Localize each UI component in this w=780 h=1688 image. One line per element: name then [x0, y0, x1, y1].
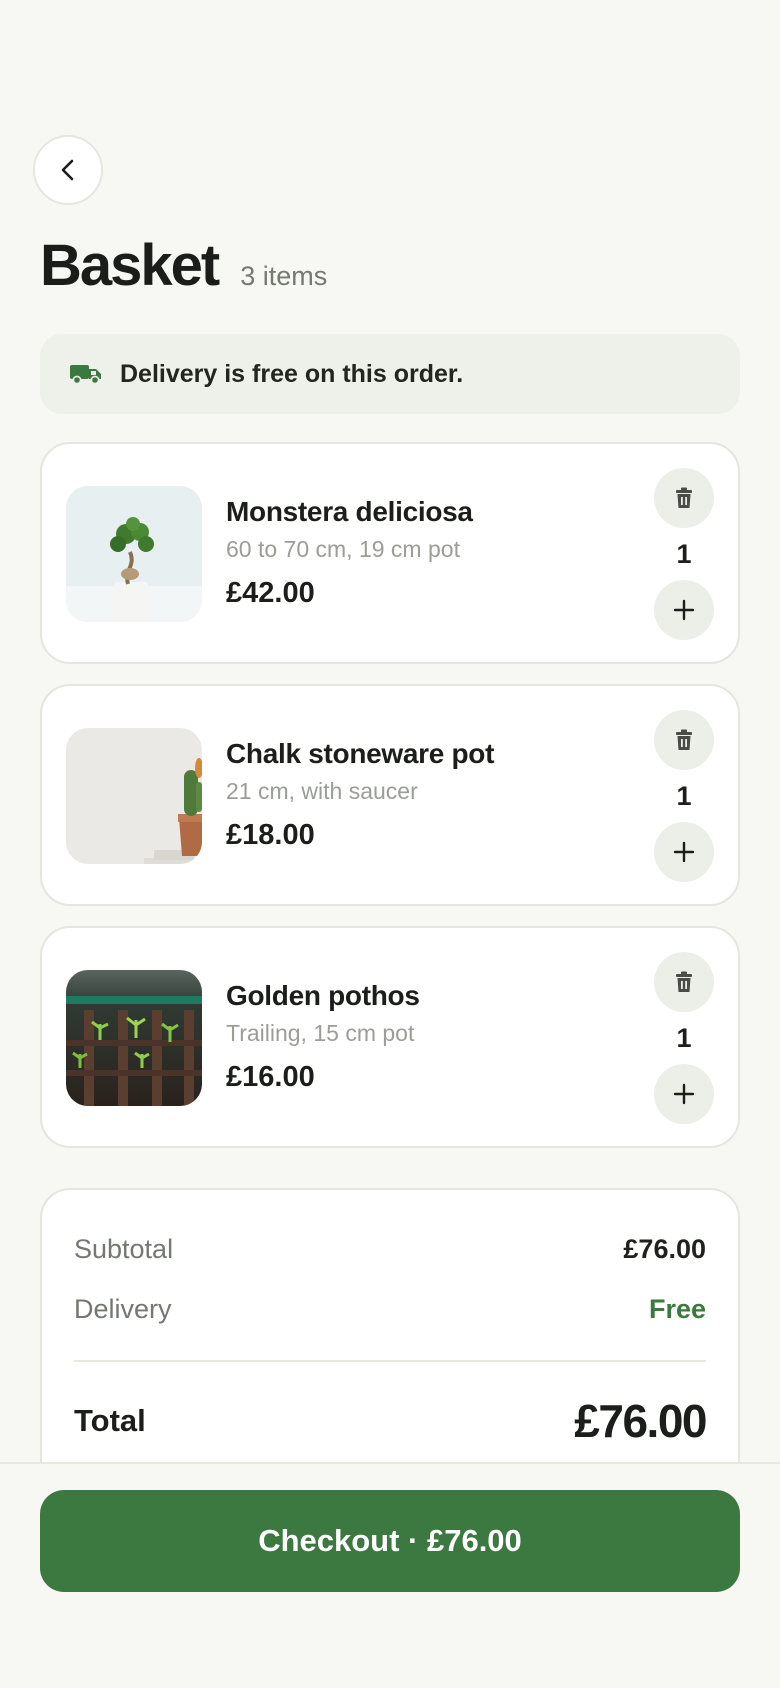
quantity-value: 1: [676, 781, 692, 811]
item-variant: Trailing, 15 cm pot: [226, 1020, 415, 1046]
trash-icon: [676, 729, 692, 750]
item-price: £42.00: [226, 577, 315, 609]
delivery-label: Delivery: [74, 1294, 172, 1324]
subtotal-value: £76.00: [623, 1234, 706, 1264]
basket-item: Golden pothos Trailing, 15 cm pot £16.00…: [40, 926, 740, 1148]
order-summary: Subtotal £76.00 Delivery Free Total £76.…: [40, 1188, 740, 1508]
quantity-stepper: 1: [654, 468, 714, 640]
basket-item: Monstera deliciosa 60 to 70 cm, 19 cm po…: [40, 442, 740, 664]
total-value: £76.00: [574, 1395, 707, 1447]
total-label: Total: [74, 1403, 146, 1438]
plus-icon: [673, 1083, 695, 1105]
item-info: Monstera deliciosa 60 to 70 cm, 19 cm po…: [226, 496, 473, 610]
increase-quantity-button[interactable]: [654, 580, 714, 640]
item-name: Monstera deliciosa: [226, 496, 473, 527]
delivery-row: Delivery Free: [74, 1294, 706, 1325]
plus-icon: [673, 841, 695, 863]
remove-item-button[interactable]: [654, 952, 714, 1012]
item-info: Golden pothos Trailing, 15 cm pot £16.00: [226, 980, 420, 1094]
quantity-stepper: 1: [654, 952, 714, 1124]
item-name: Golden pothos: [226, 980, 420, 1011]
delivery-text: Delivery is free on this order.: [120, 359, 464, 388]
checkout-button[interactable]: Checkout · £76.00: [40, 1490, 740, 1592]
basket-screen: Basket 3 items Delivery is free on this …: [0, 0, 780, 1688]
item-price: £16.00: [226, 1061, 315, 1093]
trash-icon: [676, 971, 692, 992]
quantity-value: 1: [676, 539, 692, 569]
item-count: 3 items: [240, 261, 328, 291]
basket-item: Chalk stoneware pot 21 cm, with saucer £…: [40, 684, 740, 906]
increase-quantity-button[interactable]: [654, 1064, 714, 1124]
increase-quantity-button[interactable]: [654, 822, 714, 882]
product-image: [66, 728, 202, 864]
plus-icon: [673, 599, 695, 621]
delivery-value: Free: [648, 1294, 706, 1324]
product-image: [66, 970, 202, 1106]
truck-icon: [70, 365, 101, 385]
remove-item-button[interactable]: [654, 710, 714, 770]
total-row: Total £76.00: [74, 1394, 707, 1448]
chevron-left-icon: [61, 159, 74, 181]
subtotal-label: Subtotal: [74, 1234, 174, 1264]
product-image: [66, 486, 202, 622]
delivery-banner: Delivery is free on this order.: [40, 334, 740, 414]
item-price: £18.00: [226, 819, 315, 851]
subtotal-row: Subtotal £76.00: [74, 1234, 706, 1265]
trash-icon: [676, 487, 692, 508]
title-row: Basket 3 items: [40, 232, 327, 299]
item-variant: 60 to 70 cm, 19 cm pot: [226, 536, 460, 562]
item-info: Chalk stoneware pot 21 cm, with saucer £…: [226, 738, 494, 852]
summary-divider: [74, 1360, 706, 1362]
checkout-bar: Checkout · £76.00: [0, 1462, 780, 1688]
quantity-stepper: 1: [654, 710, 714, 882]
checkout-label: Checkout · £76.00: [258, 1523, 522, 1558]
item-variant: 21 cm, with saucer: [226, 778, 418, 804]
page-title: Basket: [40, 233, 220, 298]
quantity-value: 1: [676, 1023, 692, 1053]
item-name: Chalk stoneware pot: [226, 738, 495, 769]
back-button[interactable]: [33, 135, 103, 205]
remove-item-button[interactable]: [654, 468, 714, 528]
